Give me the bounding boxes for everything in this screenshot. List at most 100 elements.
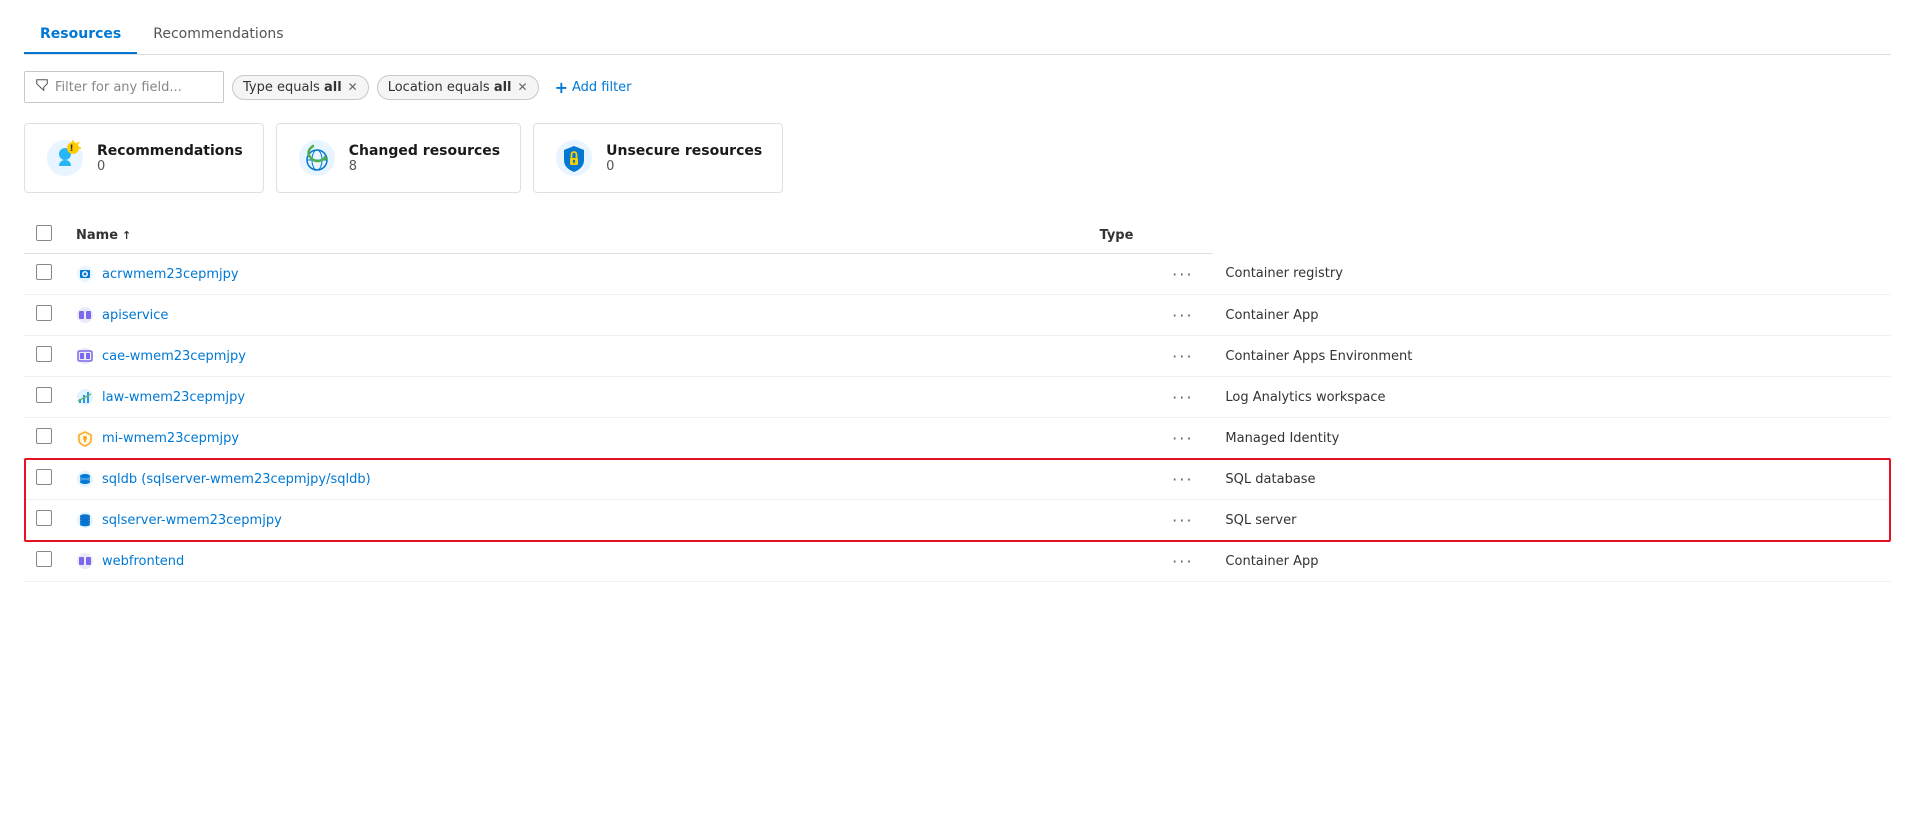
resource-icon xyxy=(76,347,94,365)
changed-resources-card-info: Changed resources 8 xyxy=(349,143,500,174)
recommendations-card[interactable]: ! Recommendations 0 xyxy=(24,123,264,193)
row-checkbox-cell xyxy=(24,254,64,295)
more-options-button[interactable]: ··· xyxy=(1172,347,1193,366)
row-dots-cell: ··· xyxy=(1088,541,1214,582)
location-filter-label: Location equals all xyxy=(388,80,512,95)
resource-name-text: mi-wmem23cepmjpy xyxy=(102,431,239,446)
resource-name-link[interactable]: acrwmem23cepmjpy xyxy=(76,265,1076,283)
add-filter-button[interactable]: + Add filter xyxy=(547,74,640,101)
resource-table: Name ↑ Type acrwmem23cepmjpy ··· Container… xyxy=(24,217,1891,582)
row-dots-cell: ··· xyxy=(1088,418,1214,459)
unsecure-resources-icon xyxy=(554,138,594,178)
more-options-button[interactable]: ··· xyxy=(1172,265,1193,284)
location-filter-value: all xyxy=(494,80,512,95)
more-options-button[interactable]: ··· xyxy=(1172,429,1193,448)
filter-bar: Filter for any field... Type equals all … xyxy=(24,71,1891,103)
resource-name-text: acrwmem23cepmjpy xyxy=(102,267,239,282)
table-row: mi-wmem23cepmjpy ··· Managed Identity xyxy=(24,418,1891,459)
row-checkbox-cell xyxy=(24,459,64,500)
row-name-cell: webfrontend xyxy=(64,541,1088,582)
row-checkbox[interactable] xyxy=(36,510,52,526)
row-name-cell: sqldb (sqlserver-wmem23cepmjpy/sqldb) xyxy=(64,459,1088,500)
type-filter-label: Type equals all xyxy=(243,80,342,95)
unsecure-resources-card[interactable]: Unsecure resources 0 xyxy=(533,123,783,193)
row-name-cell: cae-wmem23cepmjpy xyxy=(64,336,1088,377)
row-type-cell: Log Analytics workspace xyxy=(1213,377,1891,418)
resource-name-link[interactable]: apiservice xyxy=(76,306,1076,324)
resource-name-link[interactable]: mi-wmem23cepmjpy xyxy=(76,429,1076,447)
resource-name-link[interactable]: law-wmem23cepmjpy xyxy=(76,388,1076,406)
resource-icon xyxy=(76,429,94,447)
location-filter-close[interactable]: ✕ xyxy=(518,80,528,94)
row-checkbox-cell xyxy=(24,336,64,377)
changed-resources-card-title: Changed resources xyxy=(349,143,500,159)
resource-name-link[interactable]: sqlserver-wmem23cepmjpy xyxy=(76,511,1076,529)
recommendations-card-title: Recommendations xyxy=(97,143,243,159)
sort-arrow-icon: ↑ xyxy=(122,229,131,242)
type-column-header[interactable]: Type xyxy=(1088,217,1214,254)
row-checkbox-cell xyxy=(24,295,64,336)
resource-icon xyxy=(76,388,94,406)
recommendations-icon: ! xyxy=(45,138,85,178)
more-options-button[interactable]: ··· xyxy=(1172,388,1193,407)
type-column-label: Type xyxy=(1100,228,1134,243)
select-all-checkbox[interactable] xyxy=(36,225,52,241)
more-options-button[interactable]: ··· xyxy=(1172,470,1193,489)
row-name-cell: mi-wmem23cepmjpy xyxy=(64,418,1088,459)
tab-resources[interactable]: Resources xyxy=(24,16,137,54)
recommendations-card-info: Recommendations 0 xyxy=(97,143,243,174)
row-dots-cell: ··· xyxy=(1088,500,1214,541)
row-type-cell: Managed Identity xyxy=(1213,418,1891,459)
resource-table-wrapper: Name ↑ Type acrwmem23cepmjpy ··· Container… xyxy=(24,217,1891,582)
row-type-cell: SQL server xyxy=(1213,500,1891,541)
filter-icon xyxy=(35,78,49,96)
svg-text:!: ! xyxy=(70,144,74,154)
row-checkbox[interactable] xyxy=(36,346,52,362)
row-dots-cell: ··· xyxy=(1088,295,1214,336)
add-filter-label: Add filter xyxy=(572,80,632,95)
name-column-header[interactable]: Name ↑ xyxy=(64,217,1088,254)
row-checkbox[interactable] xyxy=(36,428,52,444)
more-options-button[interactable]: ··· xyxy=(1172,552,1193,571)
resource-name-link[interactable]: sqldb (sqlserver-wmem23cepmjpy/sqldb) xyxy=(76,470,1076,488)
row-name-cell: sqlserver-wmem23cepmjpy xyxy=(64,500,1088,541)
filter-placeholder: Filter for any field... xyxy=(55,80,182,95)
tab-recommendations[interactable]: Recommendations xyxy=(137,16,299,54)
row-checkbox[interactable] xyxy=(36,551,52,567)
resource-name-text: law-wmem23cepmjpy xyxy=(102,390,245,405)
resource-icon xyxy=(76,552,94,570)
row-checkbox[interactable] xyxy=(36,469,52,485)
table-row: acrwmem23cepmjpy···Container registry xyxy=(24,254,1891,295)
resource-name-text: sqldb (sqlserver-wmem23cepmjpy/sqldb) xyxy=(102,472,371,487)
table-row: cae-wmem23cepmjpy ··· Container Apps Envir… xyxy=(24,336,1891,377)
row-dots-cell: ··· xyxy=(1088,336,1214,377)
row-checkbox-cell xyxy=(24,418,64,459)
type-filter-close[interactable]: ✕ xyxy=(348,80,358,94)
row-dots-cell: ··· xyxy=(1088,254,1214,295)
table-header-row: Name ↑ Type xyxy=(24,217,1891,254)
resource-icon xyxy=(76,306,94,324)
row-type-cell: SQL database xyxy=(1213,459,1891,500)
resource-icon xyxy=(76,265,94,283)
changed-resources-card[interactable]: Changed resources 8 xyxy=(276,123,521,193)
row-type-cell: Container App xyxy=(1213,541,1891,582)
more-options-button[interactable]: ··· xyxy=(1172,511,1193,530)
row-type-cell: Container Apps Environment xyxy=(1213,336,1891,377)
row-name-cell: acrwmem23cepmjpy xyxy=(64,254,1088,295)
type-filter-chip[interactable]: Type equals all ✕ xyxy=(232,75,369,100)
row-checkbox[interactable] xyxy=(36,387,52,403)
table-row: law-wmem23cepmjpy ··· Log Analytics worksp… xyxy=(24,377,1891,418)
row-checkbox[interactable] xyxy=(36,305,52,321)
resource-name-link[interactable]: webfrontend xyxy=(76,552,1076,570)
row-checkbox[interactable] xyxy=(36,264,52,280)
more-options-button[interactable]: ··· xyxy=(1172,306,1193,325)
select-all-header[interactable] xyxy=(24,217,64,254)
unsecure-resources-card-title: Unsecure resources xyxy=(606,143,762,159)
recommendations-card-count: 0 xyxy=(97,159,243,174)
filter-input[interactable]: Filter for any field... xyxy=(24,71,224,103)
plus-icon: + xyxy=(555,78,568,97)
summary-cards: ! Recommendations 0 xyxy=(24,123,1891,193)
table-row: webfrontend ··· Container App xyxy=(24,541,1891,582)
location-filter-chip[interactable]: Location equals all ✕ xyxy=(377,75,539,100)
resource-name-link[interactable]: cae-wmem23cepmjpy xyxy=(76,347,1076,365)
